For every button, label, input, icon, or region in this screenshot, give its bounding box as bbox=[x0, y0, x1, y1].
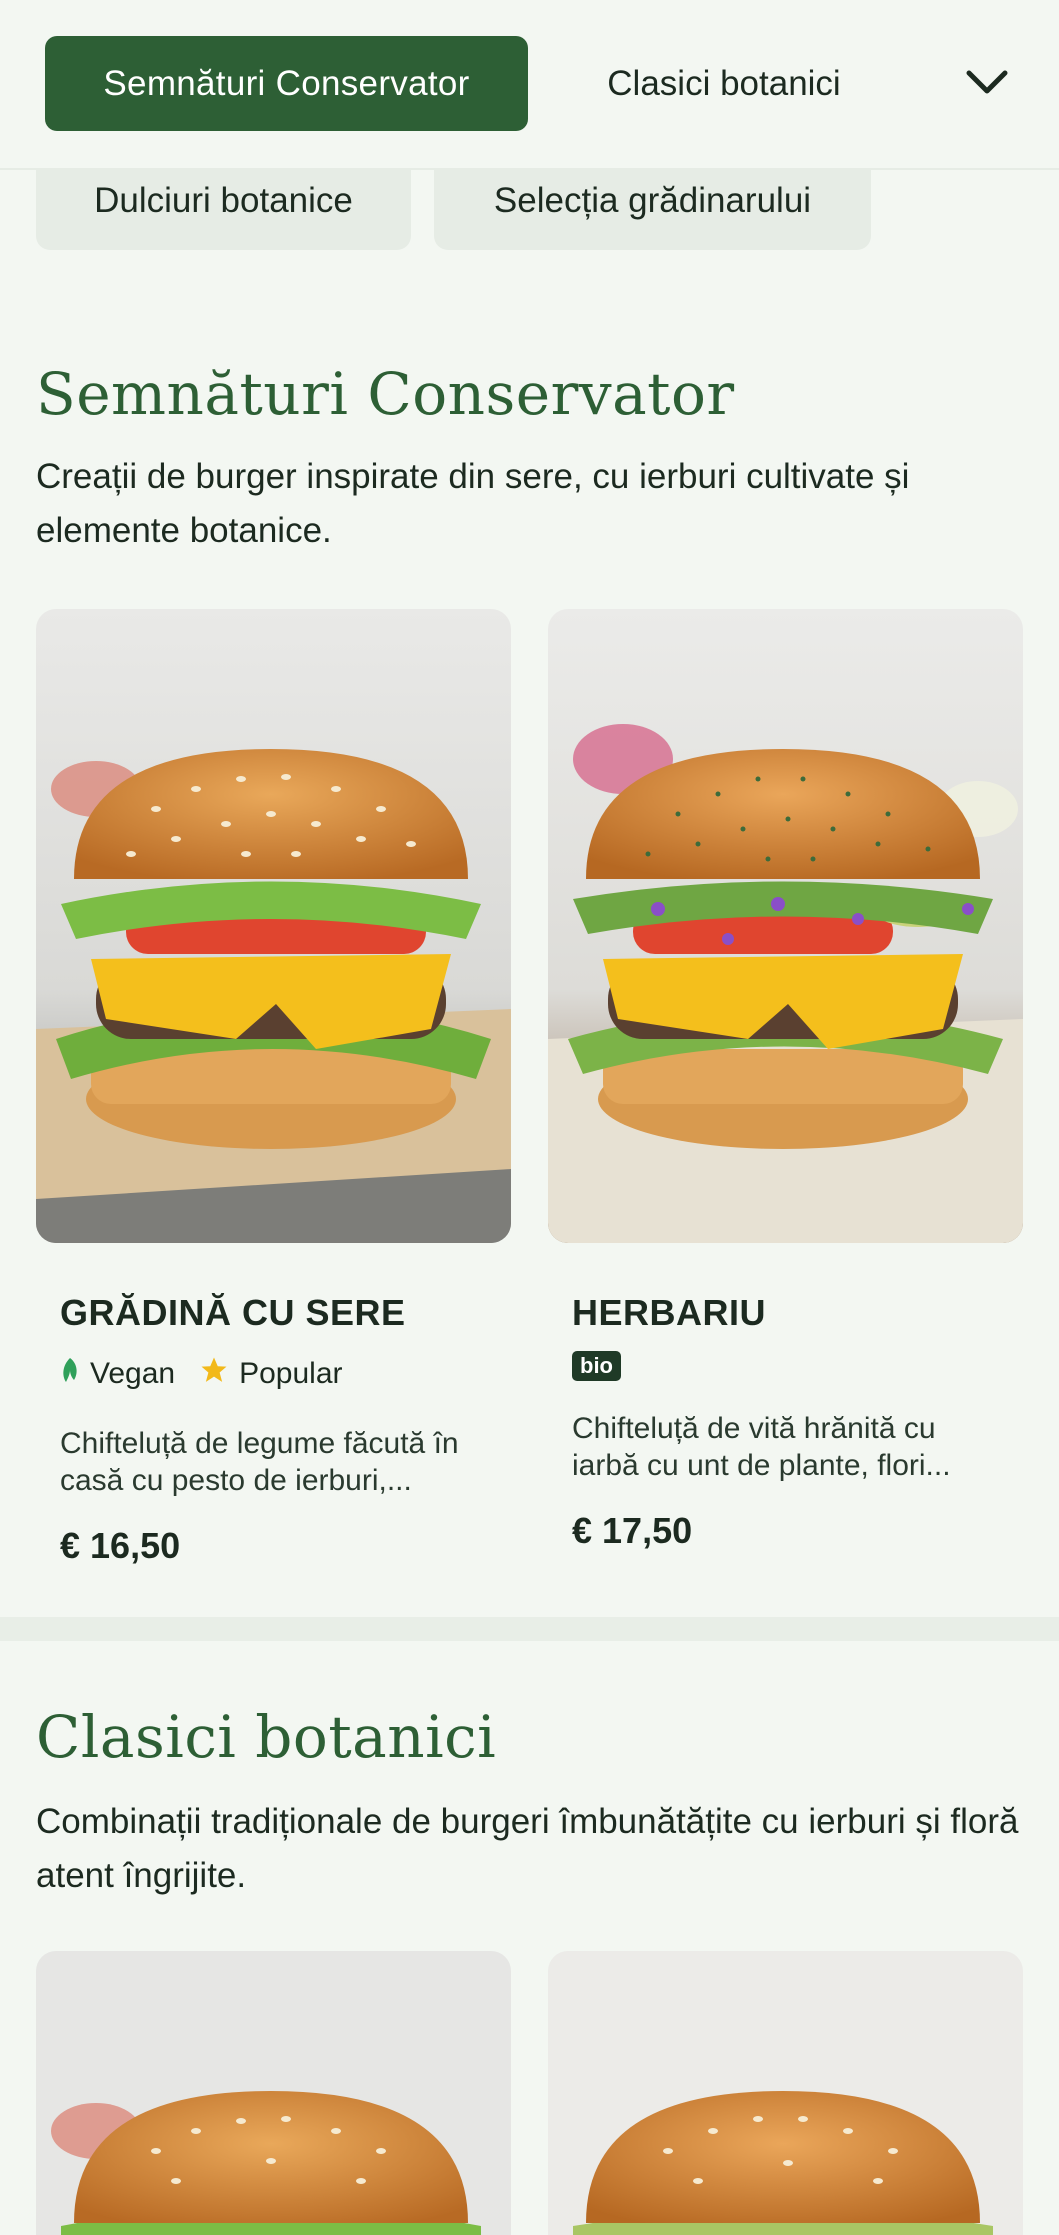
tab-semnaturi-conservator[interactable]: Semnături Conservator bbox=[45, 36, 528, 131]
section-title: Clasici botanici bbox=[36, 1703, 497, 1771]
item-description: Chifteluță de legume făcută în casă cu p… bbox=[60, 1427, 459, 1497]
item-price: € 17,50 bbox=[572, 1510, 693, 1551]
tag-popular: Popular bbox=[199, 1355, 343, 1393]
item-price: € 16,50 bbox=[60, 1525, 181, 1566]
tag-label: Popular bbox=[239, 1357, 343, 1390]
tag-label: Vegan bbox=[90, 1357, 176, 1390]
chevron-down-icon[interactable] bbox=[957, 58, 1017, 108]
item-description: Chifteluță de vită hrănită cu iarbă cu u… bbox=[572, 1412, 951, 1482]
section-title: Semnături Conservator bbox=[36, 360, 735, 428]
burger-image-gradina-cu-sere[interactable] bbox=[36, 609, 511, 1243]
category-nav: Semnături Conservator Clasici botanici bbox=[0, 0, 1059, 170]
leaf-icon bbox=[60, 1356, 80, 1392]
burger-image[interactable] bbox=[36, 1951, 511, 2235]
burger-image[interactable] bbox=[548, 1951, 1023, 2235]
star-icon bbox=[199, 1355, 229, 1393]
item-name[interactable]: GRĂDINĂ CU SERE bbox=[60, 1292, 406, 1334]
section-description: Creații de burger inspirate din sere, cu… bbox=[36, 457, 910, 550]
tag-vegan: Vegan bbox=[60, 1356, 175, 1392]
bio-badge: bio bbox=[572, 1351, 621, 1381]
tab-clasici-botanici[interactable]: Clasici botanici bbox=[568, 36, 880, 131]
section-description: Combinații tradiționale de burgeri îmbun… bbox=[36, 1802, 1019, 1895]
item-name[interactable]: HERBARIU bbox=[572, 1292, 766, 1334]
item-tags: Vegan Popular bbox=[60, 1355, 357, 1393]
section-divider bbox=[0, 1617, 1059, 1641]
burger-image-herbariu[interactable] bbox=[548, 609, 1023, 1243]
